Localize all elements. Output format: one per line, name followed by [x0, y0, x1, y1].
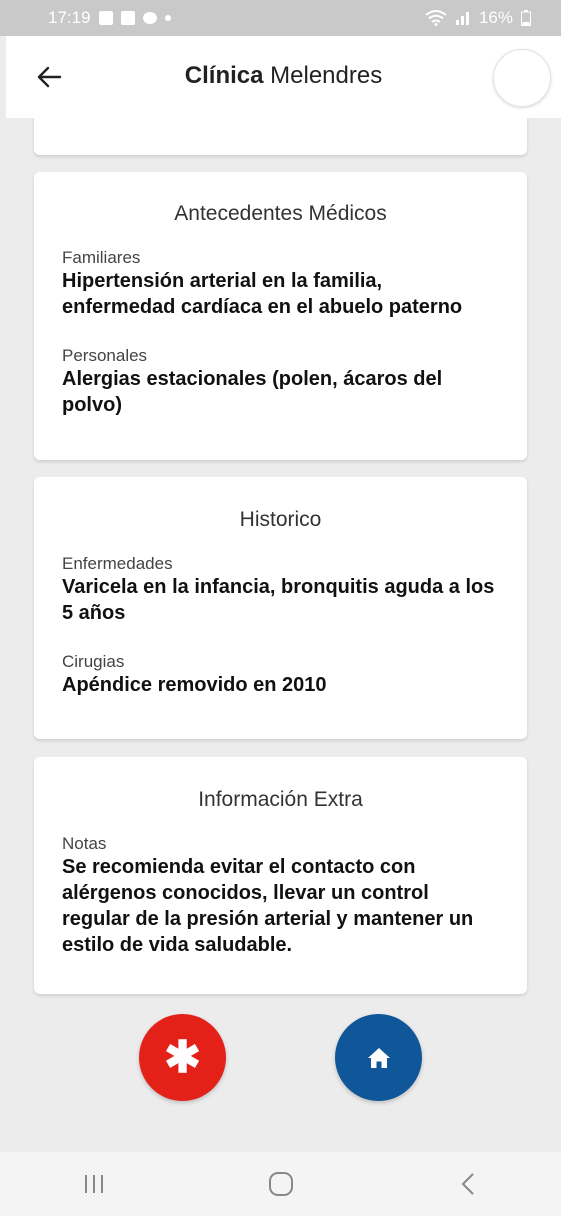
card-title: Antecedentes Médicos: [174, 202, 387, 225]
notification-dot-icon: [164, 15, 171, 21]
status-bar: 17:19 16%: [0, 0, 561, 36]
battery-percent: 16%: [478, 8, 513, 27]
system-nav-bar: [0, 1152, 561, 1216]
clinic-logo: [493, 49, 551, 107]
field-value-enfermedades: Varicela en la infancia, bronquitis agud…: [62, 576, 495, 624]
status-right: 16%: [425, 8, 531, 28]
home-icon: [367, 1047, 390, 1068]
field-value-cirugias: Apéndice removido en 2010: [62, 674, 327, 696]
card-title: Información Extra: [198, 788, 363, 811]
battery-icon: [521, 10, 531, 26]
recents-icon: [84, 1175, 103, 1193]
field-value-personales: Alergias estacionales (polen, ácaros del…: [62, 368, 443, 416]
card-historico: Historico Enfermedades Varicela en la in…: [34, 477, 527, 739]
previous-card: [34, 118, 527, 155]
field-label-personales: Personales: [62, 346, 148, 365]
app-bar: Clínica Melendres: [6, 36, 561, 118]
asterisk-icon: ✱: [164, 1033, 201, 1082]
field-label-enfermedades: Enfermedades: [62, 554, 173, 573]
card-title: Historico: [239, 508, 322, 531]
system-home-button[interactable]: [251, 1159, 311, 1209]
card-antecedentes: Antecedentes Médicos Familiares Hiperten…: [34, 172, 527, 460]
field-value-notas: Se recomienda evitar el contacto con alé…: [62, 856, 474, 956]
arrow-left-icon: [37, 66, 62, 88]
field-label-notas: Notas: [62, 834, 107, 853]
emergency-button[interactable]: ✱: [139, 1014, 226, 1101]
page-title: Clínica Melendres: [6, 62, 561, 90]
home-button[interactable]: [335, 1014, 422, 1101]
chat-icon: [142, 12, 157, 24]
title-bold: Clínica: [184, 62, 264, 89]
status-time: 17:19: [48, 8, 91, 27]
chevron-left-icon: [461, 1173, 474, 1195]
gallery-icon: [98, 11, 113, 25]
title-regular: Melendres: [270, 62, 383, 89]
main-content[interactable]: Antecedentes Médicos Familiares Hiperten…: [6, 118, 561, 1152]
field-label-familiares: Familiares: [62, 248, 141, 267]
recents-button[interactable]: [64, 1159, 124, 1209]
wifi-icon: [425, 10, 447, 26]
field-value-familiares: Hipertensión arterial en la familia, enf…: [62, 270, 463, 318]
back-button[interactable]: [32, 60, 66, 94]
facebook-icon: [120, 11, 135, 25]
signal-icon: [455, 12, 469, 25]
circle-home-icon: [268, 1172, 293, 1196]
status-left: 17:19: [48, 8, 171, 28]
system-back-button[interactable]: [438, 1159, 498, 1209]
field-label-cirugias: Cirugias: [62, 652, 125, 671]
card-extra: Información Extra Notas Se recomienda ev…: [34, 757, 527, 994]
